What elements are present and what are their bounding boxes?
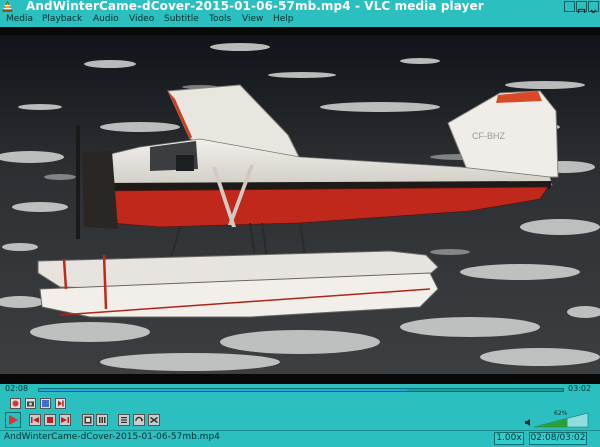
seek-progress-fill bbox=[39, 389, 408, 391]
maximize-button[interactable] bbox=[576, 1, 587, 17]
vlc-cone-icon bbox=[2, 1, 13, 12]
previous-button[interactable] bbox=[29, 414, 41, 426]
menu-tools[interactable]: Tools bbox=[209, 14, 231, 24]
frame-by-frame-button[interactable] bbox=[55, 398, 66, 409]
close-button[interactable] bbox=[588, 1, 599, 16]
status-time[interactable]: 02:08/03:02 bbox=[529, 432, 587, 445]
total-time: 03:02 bbox=[568, 384, 592, 393]
menu-bar: Media Playback Audio Video Subtitle Tool… bbox=[0, 13, 600, 27]
stop-icon bbox=[44, 414, 56, 426]
seek-slider[interactable] bbox=[38, 388, 564, 392]
speaker-icon[interactable] bbox=[524, 418, 533, 427]
seek-row: 02:08 03:02 bbox=[0, 384, 600, 397]
menu-help[interactable]: Help bbox=[273, 14, 294, 24]
video-display[interactable]: CF-BHZ bbox=[0, 27, 600, 384]
shuffle-button[interactable] bbox=[148, 414, 160, 426]
skip-forward-icon bbox=[59, 414, 71, 426]
status-filename: AndWinterCame-dCover-2015-01-06-57mb.mp4 bbox=[4, 432, 220, 442]
playback-speed[interactable]: 1.00x bbox=[494, 432, 524, 445]
title-bar[interactable]: AndWinterCame-dCover-2015-01-06-57mb.mp4… bbox=[0, 0, 600, 17]
registration-text: CF-BHZ bbox=[472, 131, 505, 141]
play-button[interactable] bbox=[5, 412, 21, 428]
volume-control[interactable]: 62% bbox=[525, 410, 590, 428]
menu-video[interactable]: Video bbox=[129, 14, 154, 24]
loop-ab-icon bbox=[40, 398, 51, 409]
status-bar: AndWinterCame-dCover-2015-01-06-57mb.mp4… bbox=[0, 430, 600, 447]
minimize-button[interactable] bbox=[564, 1, 575, 16]
menu-media[interactable]: Media bbox=[6, 14, 33, 24]
next-button[interactable] bbox=[59, 414, 71, 426]
main-controls: 62% bbox=[0, 410, 600, 430]
snapshot-button[interactable] bbox=[25, 398, 36, 409]
loop-ab-button[interactable] bbox=[40, 398, 51, 409]
playlist-button[interactable] bbox=[118, 414, 130, 426]
menu-playback[interactable]: Playback bbox=[42, 14, 82, 24]
camera-icon bbox=[25, 398, 36, 409]
skip-back-icon bbox=[29, 414, 41, 426]
shuffle-icon bbox=[148, 414, 160, 426]
extended-settings-button[interactable] bbox=[96, 414, 108, 426]
advanced-controls bbox=[0, 397, 600, 410]
playlist-icon bbox=[118, 414, 130, 426]
record-icon bbox=[10, 398, 21, 409]
loop-icon bbox=[133, 414, 145, 426]
menu-view[interactable]: View bbox=[242, 14, 263, 24]
loop-button[interactable] bbox=[133, 414, 145, 426]
elapsed-time: 02:08 bbox=[5, 384, 29, 393]
video-frame: CF-BHZ bbox=[0, 27, 600, 384]
play-icon bbox=[5, 412, 21, 428]
record-button[interactable] bbox=[10, 398, 21, 409]
equalizer-icon bbox=[96, 414, 108, 426]
frame-step-icon bbox=[55, 398, 66, 409]
menu-subtitle[interactable]: Subtitle bbox=[164, 14, 199, 24]
fullscreen-button[interactable] bbox=[82, 414, 94, 426]
stop-button[interactable] bbox=[44, 414, 56, 426]
menu-audio[interactable]: Audio bbox=[93, 14, 119, 24]
window-title: AndWinterCame-dCover-2015-01-06-57mb.mp4… bbox=[26, 0, 484, 13]
fullscreen-icon bbox=[82, 414, 94, 426]
volume-percent: 62% bbox=[554, 410, 568, 417]
